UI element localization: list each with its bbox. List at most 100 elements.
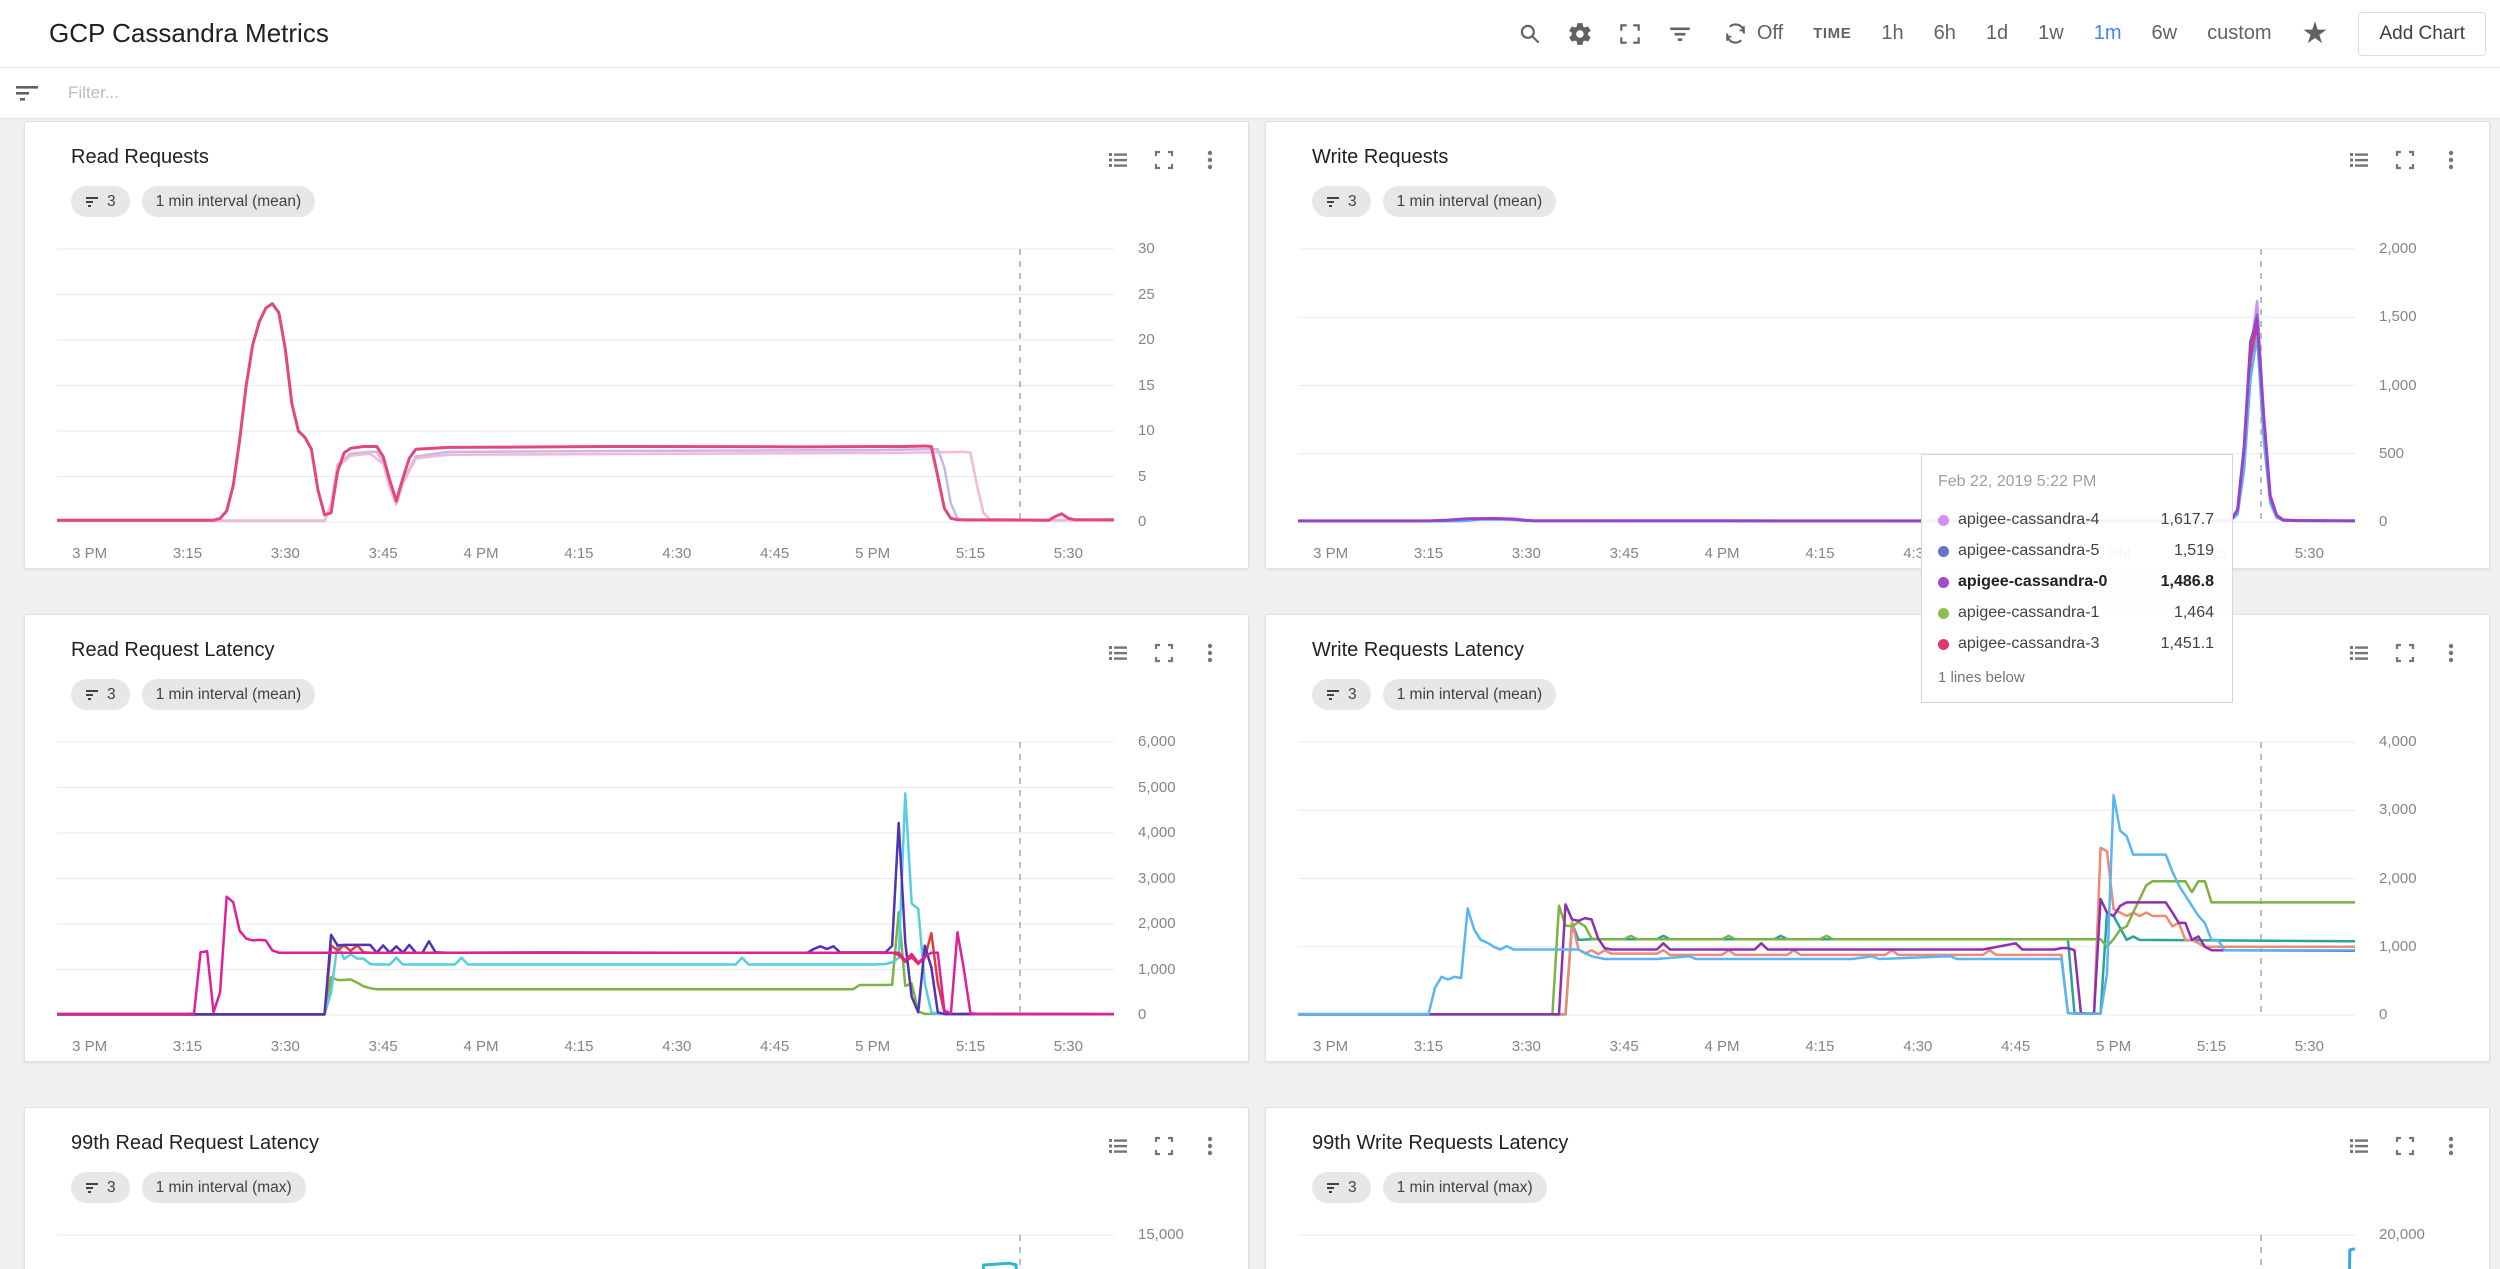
x-tick-label: 5:15 [930, 545, 1010, 562]
x-axis-labels: 3 PM3:153:303:454 PM4:154:304:455 PM5:15… [1298, 1038, 2355, 1062]
more-options-icon[interactable] [2439, 148, 2463, 172]
chart-canvas[interactable] [57, 1221, 1114, 1269]
refresh-icon[interactable] [1723, 21, 1749, 47]
more-options-icon[interactable] [1198, 641, 1222, 665]
y-tick-label: 1,500 [2379, 307, 2417, 327]
badge-filter-icon [85, 688, 101, 702]
interval-badge[interactable]: 1 min interval (mean) [142, 186, 316, 217]
x-tick-label: 3:30 [1486, 545, 1566, 562]
badge-filter-icon [85, 1181, 101, 1195]
expand-chart-icon[interactable] [1152, 641, 1176, 665]
search-icon[interactable] [1517, 21, 1543, 47]
fullscreen-icon[interactable] [1617, 21, 1643, 47]
chart-canvas[interactable] [57, 235, 1114, 541]
y-tick-label: 20,000 [2379, 1225, 2425, 1245]
series-color-dot [1938, 515, 1949, 526]
favorite-star-icon[interactable]: ★ [2302, 19, 2329, 49]
badge-filter-icon [1326, 1181, 1342, 1195]
chart-plot-area[interactable]: 05,00010,00015,00020,000 3 PM3:153:303:4… [1298, 1221, 2463, 1269]
interval-badge[interactable]: 1 min interval (mean) [142, 679, 316, 710]
chart-title: Read Requests [71, 146, 209, 169]
x-tick-label: 3:15 [148, 1038, 228, 1055]
time-range-6w[interactable]: 6w [2152, 22, 2178, 45]
chart-card-99th-write-requests-latency: 99th Write Requests Latency 3 1 min inte… [1265, 1107, 2490, 1269]
chart-plot-area[interactable]: 01,0002,0003,0004,000 3 PM3:153:303:454 … [1298, 728, 2463, 1062]
chart-plot-area[interactable]: 051015202530 3 PM3:153:303:454 PM4:154:3… [57, 235, 1222, 569]
y-tick-label: 500 [2379, 444, 2404, 464]
chart-badges: 3 1 min interval (max) [71, 1172, 1248, 1203]
y-tick-label: 1,000 [2379, 937, 2417, 957]
time-range-custom[interactable]: custom [2207, 22, 2271, 45]
chart-badges: 3 1 min interval (mean) [71, 186, 1248, 217]
chart-card-write-requests: Write Requests 3 1 min interval (mean) [1265, 121, 2490, 569]
x-tick-label: 4:30 [637, 545, 717, 562]
page-title: GCP Cassandra Metrics [49, 18, 329, 49]
time-range-6h[interactable]: 6h [1934, 22, 1956, 45]
chart-title: Read Request Latency [71, 639, 274, 662]
filter-count-badge[interactable]: 3 [71, 679, 130, 710]
legend-list-icon[interactable] [2347, 148, 2371, 172]
x-tick-label: 4 PM [1682, 1038, 1762, 1055]
expand-chart-icon[interactable] [1152, 148, 1176, 172]
legend-list-icon[interactable] [1106, 148, 1130, 172]
filter-count-badge[interactable]: 3 [1312, 679, 1371, 710]
series-color-dot [1938, 639, 1949, 650]
legend-list-icon[interactable] [1106, 1134, 1130, 1158]
x-tick-label: 3:45 [343, 1038, 423, 1055]
top-bar: GCP Cassandra Metrics Off TIME 1h6h1d1w1… [0, 0, 2500, 68]
chart-card-icons [1106, 1134, 1222, 1158]
chart-card-icons [2347, 641, 2463, 665]
chart-plot-area[interactable]: 05,00010,00015,000 3 PM3:153:303:454 PM4… [57, 1221, 1222, 1269]
tooltip-row: apigee-cassandra-51,519 [1938, 542, 2214, 560]
time-range-1w[interactable]: 1w [2038, 22, 2064, 45]
more-options-icon[interactable] [1198, 1134, 1222, 1158]
expand-chart-icon[interactable] [1152, 1134, 1176, 1158]
more-options-icon[interactable] [1198, 148, 1222, 172]
time-range-list: 1h 6h 1d 1w 1m 6w custom [1881, 22, 2271, 45]
x-tick-label: 5 PM [833, 545, 913, 562]
interval-badge[interactable]: 1 min interval (max) [1383, 1172, 1547, 1203]
auto-refresh-control[interactable]: Off [1723, 21, 1783, 47]
legend-list-icon[interactable] [1106, 641, 1130, 665]
y-tick-label: 20 [1138, 330, 1155, 350]
x-tick-label: 4:30 [1878, 1038, 1958, 1055]
interval-badge[interactable]: 1 min interval (mean) [1383, 186, 1557, 217]
y-axis-labels: 05001,0001,5002,000 [2363, 235, 2463, 541]
legend-list-icon[interactable] [2347, 1134, 2371, 1158]
y-tick-label: 5 [1138, 467, 1146, 487]
series-color-dot [1938, 546, 1949, 557]
chart-canvas[interactable] [57, 728, 1114, 1034]
more-options-icon[interactable] [2439, 1134, 2463, 1158]
legend-list-icon[interactable] [2347, 641, 2371, 665]
chart-canvas[interactable] [1298, 1221, 2355, 1269]
chart-badges: 3 1 min interval (max) [1312, 1172, 2489, 1203]
filter-list-icon[interactable] [1667, 21, 1693, 47]
filter-count-value: 3 [1348, 1179, 1357, 1197]
y-tick-label: 0 [2379, 1005, 2387, 1025]
add-chart-button[interactable]: Add Chart [2358, 12, 2486, 56]
chart-card-header: 99th Read Request Latency [25, 1108, 1248, 1158]
time-range-1d[interactable]: 1d [1986, 22, 2008, 45]
interval-badge[interactable]: 1 min interval (max) [142, 1172, 306, 1203]
y-tick-label: 3,000 [1138, 869, 1176, 889]
filter-count-badge[interactable]: 3 [1312, 1172, 1371, 1203]
chart-plot-area[interactable]: 01,0002,0003,0004,0005,0006,000 3 PM3:15… [57, 728, 1222, 1062]
filter-input[interactable] [66, 82, 670, 104]
expand-chart-icon[interactable] [2393, 641, 2417, 665]
filter-count-badge[interactable]: 3 [71, 186, 130, 217]
chart-plot-area[interactable]: 05001,0001,5002,000 3 PM3:153:303:454 PM… [1298, 235, 2463, 569]
time-range-1h[interactable]: 1h [1881, 22, 1903, 45]
time-range-1m[interactable]: 1m [2094, 22, 2122, 45]
interval-badge[interactable]: 1 min interval (mean) [1383, 679, 1557, 710]
expand-chart-icon[interactable] [2393, 1134, 2417, 1158]
expand-chart-icon[interactable] [2393, 148, 2417, 172]
settings-gear-icon[interactable] [1567, 21, 1593, 47]
chart-title: Write Requests [1312, 146, 1448, 169]
x-tick-label: 5:15 [2171, 1038, 2251, 1055]
y-tick-label: 2,000 [2379, 239, 2417, 259]
filter-count-badge[interactable]: 3 [71, 1172, 130, 1203]
tooltip-row: apigee-cassandra-41,617.7 [1938, 511, 2214, 529]
chart-canvas[interactable] [1298, 728, 2355, 1034]
filter-count-badge[interactable]: 3 [1312, 186, 1371, 217]
more-options-icon[interactable] [2439, 641, 2463, 665]
